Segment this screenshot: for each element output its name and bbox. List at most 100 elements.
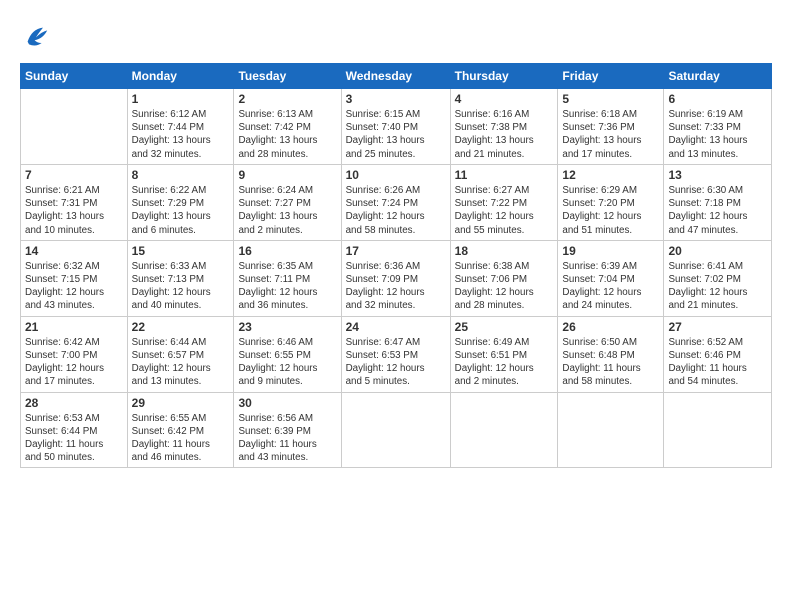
header xyxy=(20,18,772,55)
calendar-cell xyxy=(341,392,450,468)
day-info: Sunrise: 6:19 AMSunset: 7:33 PMDaylight:… xyxy=(668,108,767,161)
day-info: Sunrise: 6:26 AMSunset: 7:24 PMDaylight:… xyxy=(346,184,446,237)
day-info: Sunrise: 6:32 AMSunset: 7:15 PMDaylight:… xyxy=(25,260,123,313)
day-info: Sunrise: 6:33 AMSunset: 7:13 PMDaylight:… xyxy=(132,260,230,313)
day-number: 2 xyxy=(238,92,336,106)
day-info: Sunrise: 6:36 AMSunset: 7:09 PMDaylight:… xyxy=(346,260,446,313)
calendar-week-row: 1 Sunrise: 6:12 AMSunset: 7:44 PMDaylight… xyxy=(21,89,772,165)
day-number: 6 xyxy=(668,92,767,106)
day-info: Sunrise: 6:53 AMSunset: 6:44 PMDaylight:… xyxy=(25,412,123,465)
calendar-cell: 15 Sunrise: 6:33 AMSunset: 7:13 PMDayligh… xyxy=(127,240,234,316)
day-info: Sunrise: 6:55 AMSunset: 6:42 PMDaylight:… xyxy=(132,412,230,465)
calendar-header-sunday: Sunday xyxy=(21,64,128,89)
day-number: 30 xyxy=(238,396,336,410)
calendar-header-row: SundayMondayTuesdayWednesdayThursdayFrid… xyxy=(21,64,772,89)
day-number: 8 xyxy=(132,168,230,182)
calendar-cell: 16 Sunrise: 6:35 AMSunset: 7:11 PMDayligh… xyxy=(234,240,341,316)
calendar-cell: 20 Sunrise: 6:41 AMSunset: 7:02 PMDayligh… xyxy=(664,240,772,316)
day-info: Sunrise: 6:30 AMSunset: 7:18 PMDaylight:… xyxy=(668,184,767,237)
calendar-cell: 12Sunrise: 6:29 AMSunset: 7:20 PMDayligh… xyxy=(558,164,664,240)
calendar-table: SundayMondayTuesdayWednesdayThursdayFrid… xyxy=(20,63,772,468)
calendar-cell: 10 Sunrise: 6:26 AMSunset: 7:24 PMDayligh… xyxy=(341,164,450,240)
day-number: 20 xyxy=(668,244,767,258)
day-number: 24 xyxy=(346,320,446,334)
day-info: Sunrise: 6:38 AMSunset: 7:06 PMDaylight:… xyxy=(455,260,554,313)
calendar-cell: 6 Sunrise: 6:19 AMSunset: 7:33 PMDaylight… xyxy=(664,89,772,165)
day-number: 16 xyxy=(238,244,336,258)
calendar-header-wednesday: Wednesday xyxy=(341,64,450,89)
calendar-week-row: 7Sunrise: 6:21 AMSunset: 7:31 PMDaylight… xyxy=(21,164,772,240)
day-number: 22 xyxy=(132,320,230,334)
day-number: 11 xyxy=(455,168,554,182)
day-info: Sunrise: 6:16 AMSunset: 7:38 PMDaylight:… xyxy=(455,108,554,161)
day-info: Sunrise: 6:49 AMSunset: 6:51 PMDaylight:… xyxy=(455,336,554,389)
calendar-week-row: 14 Sunrise: 6:32 AMSunset: 7:15 PMDayligh… xyxy=(21,240,772,316)
logo-bird-icon xyxy=(22,22,50,50)
calendar-cell: 8 Sunrise: 6:22 AMSunset: 7:29 PMDaylight… xyxy=(127,164,234,240)
calendar-cell xyxy=(450,392,558,468)
calendar-cell: 4 Sunrise: 6:16 AMSunset: 7:38 PMDaylight… xyxy=(450,89,558,165)
calendar-cell: 2 Sunrise: 6:13 AMSunset: 7:42 PMDaylight… xyxy=(234,89,341,165)
day-number: 14 xyxy=(25,244,123,258)
day-number: 28 xyxy=(25,396,123,410)
day-number: 27 xyxy=(668,320,767,334)
logo xyxy=(20,22,50,55)
day-info: Sunrise: 6:22 AMSunset: 7:29 PMDaylight:… xyxy=(132,184,230,237)
day-info: Sunrise: 6:56 AMSunset: 6:39 PMDaylight:… xyxy=(238,412,336,465)
day-number: 13 xyxy=(668,168,767,182)
calendar-header-thursday: Thursday xyxy=(450,64,558,89)
day-number: 25 xyxy=(455,320,554,334)
page: SundayMondayTuesdayWednesdayThursdayFrid… xyxy=(0,0,792,612)
day-number: 5 xyxy=(562,92,659,106)
day-number: 26 xyxy=(562,320,659,334)
day-info: Sunrise: 6:12 AMSunset: 7:44 PMDaylight:… xyxy=(132,108,230,161)
day-info: Sunrise: 6:18 AMSunset: 7:36 PMDaylight:… xyxy=(562,108,659,161)
calendar-cell: 29 Sunrise: 6:55 AMSunset: 6:42 PMDayligh… xyxy=(127,392,234,468)
calendar-cell xyxy=(21,89,128,165)
day-number: 29 xyxy=(132,396,230,410)
day-info: Sunrise: 6:35 AMSunset: 7:11 PMDaylight:… xyxy=(238,260,336,313)
calendar-cell: 24 Sunrise: 6:47 AMSunset: 6:53 PMDayligh… xyxy=(341,316,450,392)
day-info: Sunrise: 6:44 AMSunset: 6:57 PMDaylight:… xyxy=(132,336,230,389)
calendar-cell: 30 Sunrise: 6:56 AMSunset: 6:39 PMDayligh… xyxy=(234,392,341,468)
calendar-cell: 27 Sunrise: 6:52 AMSunset: 6:46 PMDayligh… xyxy=(664,316,772,392)
day-number: 9 xyxy=(238,168,336,182)
day-number: 21 xyxy=(25,320,123,334)
calendar-cell: 5 Sunrise: 6:18 AMSunset: 7:36 PMDaylight… xyxy=(558,89,664,165)
calendar-week-row: 28 Sunrise: 6:53 AMSunset: 6:44 PMDayligh… xyxy=(21,392,772,468)
calendar-cell xyxy=(558,392,664,468)
calendar-cell: 7Sunrise: 6:21 AMSunset: 7:31 PMDaylight… xyxy=(21,164,128,240)
day-info: Sunrise: 6:52 AMSunset: 6:46 PMDaylight:… xyxy=(668,336,767,389)
calendar-cell: 14 Sunrise: 6:32 AMSunset: 7:15 PMDayligh… xyxy=(21,240,128,316)
calendar-header-monday: Monday xyxy=(127,64,234,89)
calendar-cell: 18 Sunrise: 6:38 AMSunset: 7:06 PMDayligh… xyxy=(450,240,558,316)
calendar-cell: 23 Sunrise: 6:46 AMSunset: 6:55 PMDayligh… xyxy=(234,316,341,392)
day-info: Sunrise: 6:46 AMSunset: 6:55 PMDaylight:… xyxy=(238,336,336,389)
day-number: 10 xyxy=(346,168,446,182)
day-number: 17 xyxy=(346,244,446,258)
calendar-cell: 17 Sunrise: 6:36 AMSunset: 7:09 PMDayligh… xyxy=(341,240,450,316)
day-info: Sunrise: 6:24 AMSunset: 7:27 PMDaylight:… xyxy=(238,184,336,237)
calendar-header-tuesday: Tuesday xyxy=(234,64,341,89)
day-number: 15 xyxy=(132,244,230,258)
day-info: Sunrise: 6:13 AMSunset: 7:42 PMDaylight:… xyxy=(238,108,336,161)
day-number: 23 xyxy=(238,320,336,334)
day-info: Sunrise: 6:29 AMSunset: 7:20 PMDaylight:… xyxy=(562,184,659,237)
day-number: 3 xyxy=(346,92,446,106)
day-number: 4 xyxy=(455,92,554,106)
calendar-cell: 11Sunrise: 6:27 AMSunset: 7:22 PMDayligh… xyxy=(450,164,558,240)
calendar-header-friday: Friday xyxy=(558,64,664,89)
day-info: Sunrise: 6:47 AMSunset: 6:53 PMDaylight:… xyxy=(346,336,446,389)
day-info: Sunrise: 6:21 AMSunset: 7:31 PMDaylight:… xyxy=(25,184,123,237)
day-number: 18 xyxy=(455,244,554,258)
calendar-cell: 19 Sunrise: 6:39 AMSunset: 7:04 PMDayligh… xyxy=(558,240,664,316)
day-number: 1 xyxy=(132,92,230,106)
calendar-cell: 3Sunrise: 6:15 AMSunset: 7:40 PMDaylight… xyxy=(341,89,450,165)
day-number: 19 xyxy=(562,244,659,258)
day-info: Sunrise: 6:41 AMSunset: 7:02 PMDaylight:… xyxy=(668,260,767,313)
calendar-cell: 22 Sunrise: 6:44 AMSunset: 6:57 PMDayligh… xyxy=(127,316,234,392)
day-info: Sunrise: 6:42 AMSunset: 7:00 PMDaylight:… xyxy=(25,336,123,389)
calendar-cell: 1 Sunrise: 6:12 AMSunset: 7:44 PMDaylight… xyxy=(127,89,234,165)
calendar-cell xyxy=(664,392,772,468)
day-info: Sunrise: 6:39 AMSunset: 7:04 PMDaylight:… xyxy=(562,260,659,313)
